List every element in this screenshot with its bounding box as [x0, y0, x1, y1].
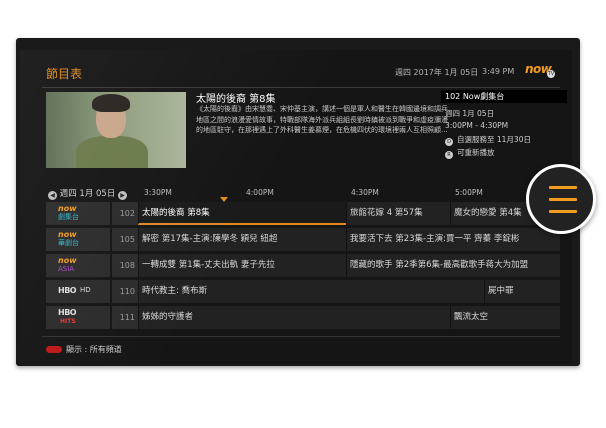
- program-thumbnail: [46, 92, 186, 168]
- timeline-bar: ◀ 週四 1月 05日 ▶ 3:30PM 4:00PM 4:30PM 5:00P…: [46, 186, 560, 202]
- channel-number: 111: [112, 306, 138, 329]
- program-cell[interactable]: 隱藏的歌手 第2季第6集-最高歡歌手蒋大为加盟: [346, 254, 560, 277]
- program-cell[interactable]: 飄流太空: [450, 306, 560, 329]
- channel-logo: now ASIA: [46, 254, 110, 277]
- program-cell[interactable]: 屍中罪: [484, 280, 560, 303]
- footer-divider: [42, 336, 560, 337]
- prev-day-icon[interactable]: ◀: [48, 191, 57, 200]
- header-divider: [42, 87, 560, 88]
- program-cell[interactable]: 姊姊的守護者: [138, 306, 450, 329]
- program-description: 《太陽的後裔》由宋慧喬、宋仲基主演，講述一個是軍人和醫生在韓國邊境和調兵地區之間…: [196, 105, 448, 134]
- timeline-tick: 4:00PM: [246, 188, 274, 197]
- channel-number: 110: [112, 280, 138, 303]
- red-button-icon: [46, 346, 62, 353]
- autoplay-icon: D: [445, 138, 453, 146]
- replay-icon: R: [445, 151, 453, 159]
- program-cell-selected[interactable]: 太陽的後裔 第8集: [138, 202, 346, 225]
- channel-row: now ASIA 108 一轉成雙 第1集-丈夫出軌 妻子先拉 隱藏的歌手 第2季…: [46, 254, 560, 278]
- channel-logo: now 華劇台: [46, 228, 110, 251]
- program-cell[interactable]: 時代教主: 喬布斯: [138, 280, 484, 303]
- program-cell[interactable]: 我要活下去 第23集-主演:賈一平 齊蓁 李錠彬: [346, 228, 560, 251]
- timeline-tick: 5:00PM: [455, 188, 483, 197]
- program-title: 太陽的後裔 第8集: [196, 94, 276, 105]
- channel-row: HBO HD 110 時代教主: 喬布斯 屍中罪: [46, 280, 560, 304]
- logo-mark: TV: [547, 70, 555, 78]
- channel-row: now 劇集台 102 太陽的後裔 第8集 旅館花嫁 4 第57集 魔女的戀愛 第…: [46, 202, 560, 226]
- info-channel: 102 Now劇集台: [441, 90, 567, 103]
- program-cell[interactable]: 一轉成雙 第1集-丈夫出軌 妻子先拉: [138, 254, 346, 277]
- channel-number: 108: [112, 254, 138, 277]
- page-title: 節目表: [46, 67, 83, 81]
- channel-row: now 華劇台 105 解密 第17集-主演:陳學冬 穎兒 紐超 我要活下去 第2…: [46, 228, 560, 252]
- program-cell[interactable]: 旅館花嫁 4 第57集: [346, 202, 450, 225]
- menu-button[interactable]: [526, 164, 596, 234]
- channel-logo: HBO HITS: [46, 306, 110, 329]
- epg-screen: 節目表 週四 2017年 1月 05日 3:49 PM now TV 太陽的後裔…: [20, 50, 572, 364]
- now-logo: now TV: [525, 62, 557, 82]
- header-date: 週四 2017年 1月 05日: [395, 68, 479, 77]
- channel-row: HBO HITS 111 姊姊的守護者 飄流太空: [46, 306, 560, 330]
- channel-number: 102: [112, 202, 138, 225]
- timeline-date: ◀ 週四 1月 05日 ▶: [48, 187, 128, 200]
- program-cell[interactable]: 解密 第17集-主演:陳學冬 穎兒 紐超: [138, 228, 346, 251]
- channel-logo: now 劇集台: [46, 202, 110, 225]
- timeline-tick: 4:30PM: [351, 188, 379, 197]
- next-day-icon[interactable]: ▶: [118, 191, 128, 200]
- timeline-tick: 3:30PM: [144, 188, 172, 197]
- channel-number: 105: [112, 228, 138, 251]
- channel-logo: HBO HD: [46, 280, 110, 303]
- header-time: 3:49 PM: [482, 67, 515, 76]
- channel-filter-legend: 顯示 : 所有頻道: [66, 345, 122, 354]
